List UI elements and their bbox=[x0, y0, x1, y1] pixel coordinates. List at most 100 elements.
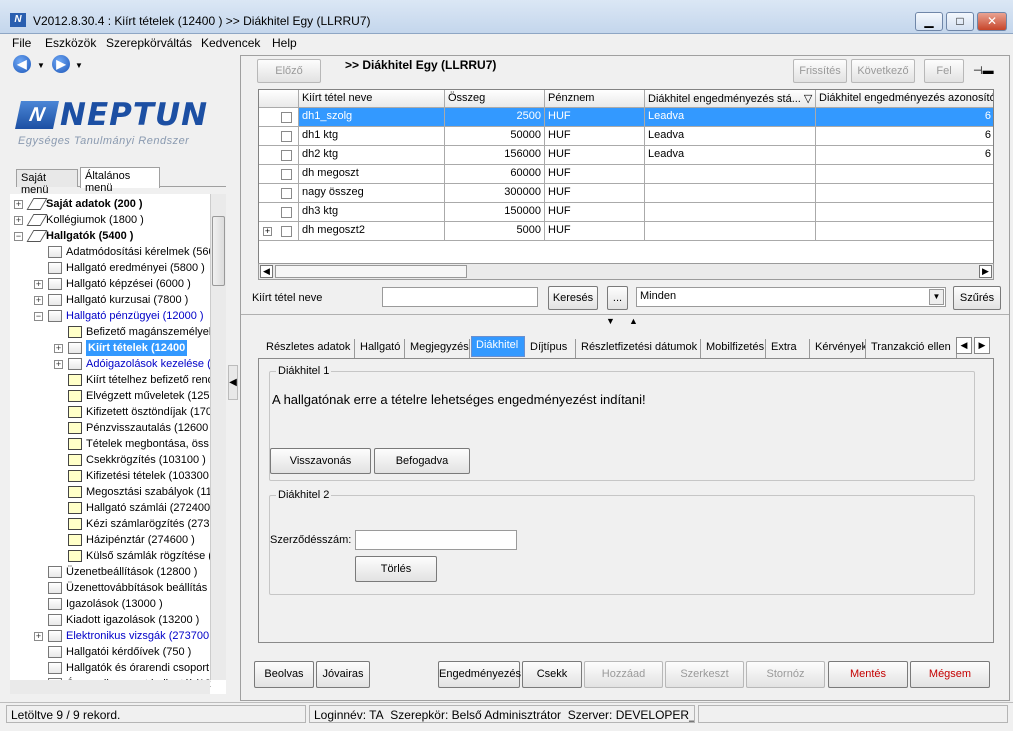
splitter-up-icon[interactable]: ▲ bbox=[629, 316, 638, 326]
cell-currency[interactable]: HUF bbox=[545, 165, 645, 184]
menu-kedvencek[interactable]: Kedvencek bbox=[201, 36, 260, 50]
cell-status[interactable] bbox=[645, 184, 816, 203]
revoke-button[interactable]: Visszavonás bbox=[270, 448, 371, 474]
forward-dropdown-icon[interactable]: ▼ bbox=[75, 61, 83, 70]
expand-icon[interactable]: + bbox=[14, 216, 23, 225]
tab-scroll-right-icon[interactable]: ▶ bbox=[974, 337, 990, 354]
delete-button[interactable]: Törlés bbox=[355, 556, 437, 582]
expand-icon[interactable]: + bbox=[54, 360, 63, 369]
scroll-right-icon[interactable]: ▶ bbox=[979, 265, 992, 278]
tab-2[interactable]: Megjegyzés bbox=[406, 339, 470, 358]
cell-id[interactable] bbox=[816, 203, 993, 222]
grid-header-name[interactable]: Kiírt tétel neve bbox=[299, 90, 445, 108]
cell-currency[interactable]: HUF bbox=[545, 127, 645, 146]
close-button[interactable]: ✕ bbox=[977, 12, 1007, 31]
tree-item[interactable]: + Adóigazolások kezelése ( bbox=[10, 356, 220, 372]
tree-item[interactable]: + Saját adatok (200 ) bbox=[10, 196, 220, 212]
tree-item[interactable]: + Elektronikus vizsgák (273700 bbox=[10, 628, 220, 644]
tree-item[interactable]: Elvégzett műveletek (125 bbox=[10, 388, 220, 404]
tab-9[interactable]: Tranzakció ellen bbox=[867, 339, 957, 358]
cell-amount[interactable]: 150000 bbox=[445, 203, 545, 222]
cell-amount[interactable]: 300000 bbox=[445, 184, 545, 203]
cell-status[interactable] bbox=[645, 165, 816, 184]
tab-8[interactable]: Kérvények bbox=[811, 339, 866, 358]
prev-button[interactable]: Előző bbox=[257, 59, 321, 83]
tab-scroll-left-icon[interactable]: ◀ bbox=[956, 337, 972, 354]
cell-name[interactable]: dh megoszt bbox=[299, 165, 445, 184]
cell-status[interactable]: Leadva bbox=[645, 127, 816, 146]
tree-item[interactable]: Kiadott igazolások (13200 ) bbox=[10, 612, 220, 628]
filter-select[interactable]: Minden ▼ bbox=[636, 287, 946, 307]
tree-item[interactable]: Kifizetési tételek (103300 bbox=[10, 468, 220, 484]
row-checkbox[interactable] bbox=[281, 169, 292, 180]
cell-currency[interactable]: HUF bbox=[545, 184, 645, 203]
table-row[interactable]: dh1_szolg 2500 HUF Leadva 6 bbox=[259, 108, 993, 127]
tab-4[interactable]: Díjtípus bbox=[526, 339, 576, 358]
expand-icon[interactable]: + bbox=[54, 344, 63, 353]
table-row[interactable]: dh megoszt 60000 HUF bbox=[259, 165, 993, 184]
tree-item[interactable]: + Kiírt tételek (12400 bbox=[10, 340, 220, 356]
grid-header-currency[interactable]: Pénznem bbox=[545, 90, 645, 108]
menu-szerepkorvaltas[interactable]: Szerepkörváltás bbox=[106, 36, 192, 50]
minimize-button[interactable]: ▁ bbox=[915, 12, 943, 31]
expand-icon[interactable]: + bbox=[34, 632, 43, 641]
up-button[interactable]: Fel bbox=[924, 59, 964, 83]
cell-id[interactable]: 6 bbox=[816, 146, 993, 165]
cancel-button[interactable]: Mégsem bbox=[910, 661, 990, 688]
tree-item[interactable]: Külső számlák rögzítése ( bbox=[10, 548, 220, 564]
cell-status[interactable] bbox=[645, 222, 816, 241]
table-row[interactable]: nagy összeg 300000 HUF bbox=[259, 184, 993, 203]
jovairas-button[interactable]: Jóvairas bbox=[316, 661, 370, 688]
filter-button[interactable]: Szűrés bbox=[953, 286, 1001, 310]
grid-header-amount[interactable]: Összeg bbox=[445, 90, 545, 108]
tree-item[interactable]: Pénzvisszautalás (12600 bbox=[10, 420, 220, 436]
table-row[interactable]: dh2 ktg 156000 HUF Leadva 6 bbox=[259, 146, 993, 165]
tab-3[interactable]: Diákhitel bbox=[471, 336, 525, 357]
next-button[interactable]: Következő bbox=[851, 59, 915, 83]
row-checkbox[interactable] bbox=[281, 188, 292, 199]
tab-altalanos-menu[interactable]: Általános menü bbox=[80, 167, 160, 194]
chevron-down-icon[interactable]: ▼ bbox=[929, 289, 944, 305]
row-checkbox[interactable] bbox=[281, 112, 292, 123]
cell-currency[interactable]: HUF bbox=[545, 108, 645, 127]
grid-header-id[interactable]: Diákhitel engedményezés azonosítója bbox=[816, 90, 993, 108]
tree-item[interactable]: Megosztási szabályok (11 bbox=[10, 484, 220, 500]
cell-id[interactable] bbox=[816, 184, 993, 203]
tree-item[interactable]: Hallgató eredményei (5800 ) bbox=[10, 260, 220, 276]
collapse-icon[interactable]: − bbox=[14, 232, 23, 241]
cell-id[interactable]: 6 bbox=[816, 108, 993, 127]
tree-item[interactable]: Adatmódosítási kérelmek (5600 bbox=[10, 244, 221, 260]
cell-name[interactable]: nagy összeg bbox=[299, 184, 445, 203]
cell-id[interactable]: 6 bbox=[816, 127, 993, 146]
cell-name[interactable]: dh2 ktg bbox=[299, 146, 445, 165]
maximize-button[interactable]: □ bbox=[946, 12, 974, 31]
tree-item[interactable]: Házipénztár (274600 ) bbox=[10, 532, 220, 548]
cell-id[interactable] bbox=[816, 165, 993, 184]
tree-horizontal-scrollbar[interactable] bbox=[10, 680, 210, 694]
menu-help[interactable]: Help bbox=[272, 36, 297, 50]
beolvas-button[interactable]: Beolvas bbox=[254, 661, 314, 688]
search-button[interactable]: Keresés bbox=[548, 286, 598, 310]
cell-id[interactable] bbox=[816, 222, 993, 241]
tree-item[interactable]: + Hallgató kurzusai (7800 ) bbox=[10, 292, 220, 308]
tree-item[interactable]: Kifizetett ösztöndíjak (170 bbox=[10, 404, 220, 420]
expand-icon[interactable]: + bbox=[34, 280, 43, 289]
table-row[interactable]: dh3 ktg 150000 HUF bbox=[259, 203, 993, 222]
tree-item[interactable]: Hallgatói kérdőívek (750 ) bbox=[10, 644, 220, 660]
cell-currency[interactable]: HUF bbox=[545, 222, 645, 241]
row-checkbox[interactable] bbox=[281, 226, 292, 237]
tab-sajat-menu[interactable]: Saját menü bbox=[16, 169, 78, 196]
menu-eszkozok[interactable]: Eszközök bbox=[45, 36, 96, 50]
splitter-down-icon[interactable]: ▼ bbox=[606, 316, 615, 326]
collapse-icon[interactable]: − bbox=[34, 312, 43, 321]
row-checkbox[interactable] bbox=[281, 207, 292, 218]
filter-name-input[interactable] bbox=[382, 287, 538, 307]
hozzaad-button[interactable]: Hozzáad bbox=[584, 661, 663, 688]
pane-splitter[interactable]: ▼ ▲ bbox=[601, 316, 651, 326]
cell-name[interactable]: dh megoszt2 bbox=[299, 222, 445, 241]
forward-arrow-icon[interactable]: ▶ bbox=[52, 55, 70, 73]
tree-item[interactable]: + Kollégiumok (1800 ) bbox=[10, 212, 220, 228]
cell-status[interactable] bbox=[645, 203, 816, 222]
expand-icon[interactable]: + bbox=[14, 200, 23, 209]
cell-name[interactable]: dh1 ktg bbox=[299, 127, 445, 146]
